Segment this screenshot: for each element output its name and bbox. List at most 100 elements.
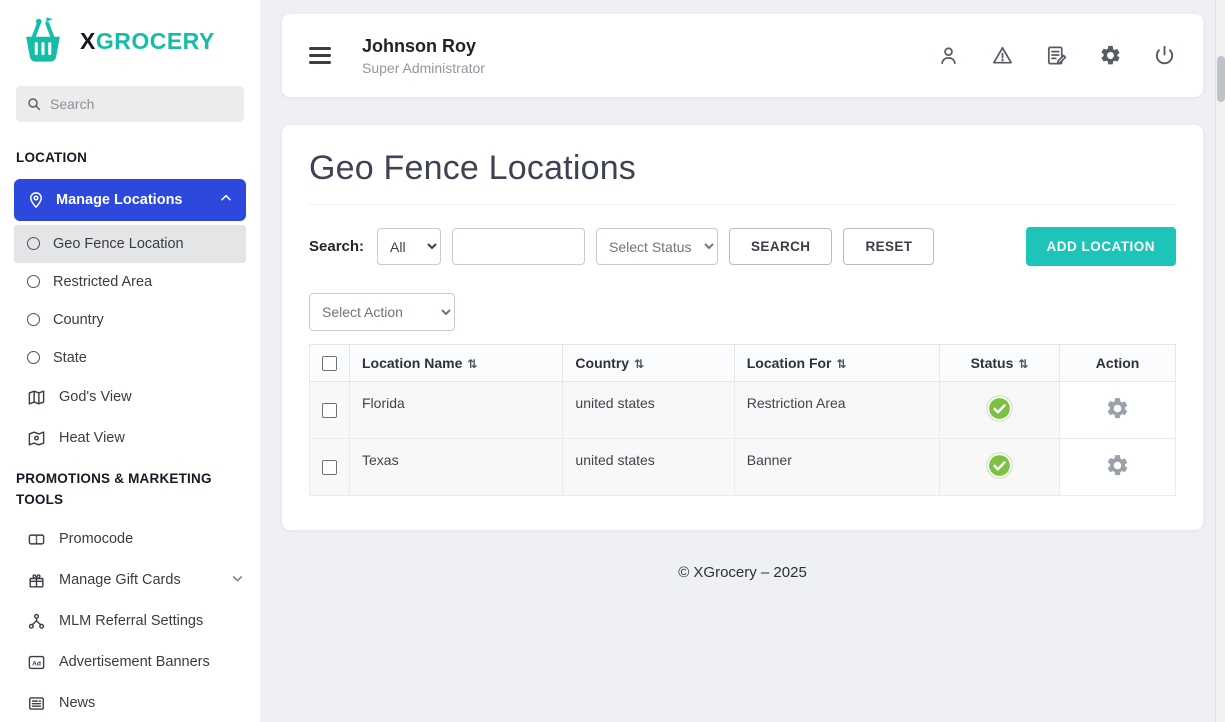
power-icon[interactable] [1153,44,1176,67]
sidebar-item-label: Restricted Area [53,274,152,290]
cell-country: united states [563,382,734,439]
sidebar-item-label: Heat View [59,430,125,446]
row-settings-gear-icon[interactable] [1105,453,1130,478]
sidebar-item-label: Geo Fence Location [53,236,184,252]
column-header-country[interactable]: Country⇅ [563,345,734,382]
column-label: Country [575,355,629,371]
form-edit-icon[interactable] [1045,44,1068,67]
sidebar-item-geo-fence-location[interactable]: Geo Fence Location [14,225,246,263]
sidebar-item-news[interactable]: News [0,683,260,722]
cell-action [1060,382,1176,439]
sidebar-item-promocode[interactable]: Promocode [0,519,260,560]
row-checkbox[interactable] [322,403,337,418]
search-button[interactable]: SEARCH [729,228,832,265]
bulk-action-row: Select Action [309,293,1176,331]
reset-button[interactable]: RESET [843,228,934,265]
add-location-button[interactable]: ADD LOCATION [1026,227,1177,266]
row-checkbox[interactable] [322,460,337,475]
content-card: Geo Fence Locations Search: All Select S… [282,125,1203,530]
row-checkbox-cell [310,439,350,496]
column-header-status[interactable]: Status ⇅ [939,345,1059,382]
cell-location-name: Florida [350,382,563,439]
cell-status [939,382,1059,439]
user-icon[interactable] [937,44,960,67]
status-active-icon [986,452,1013,479]
basket-logo-icon [16,14,70,68]
logo-text-x: X [80,28,96,54]
ticket-icon [27,530,46,549]
section-title-promotions: PROMOTIONS & MARKETING TOOLS [0,459,260,519]
window-scrollbar-track[interactable] [1215,0,1225,722]
sidebar-item-manage-gift-cards[interactable]: Manage Gift Cards [0,560,260,601]
sidebar-item-gods-view[interactable]: God's View [0,377,260,418]
page-title-wrap: Geo Fence Locations [309,149,1176,205]
user-role: Super Administrator [362,60,485,76]
logo-text-grocery: GROCERY [96,28,215,54]
bulk-action-select[interactable]: Select Action [309,293,455,331]
sidebar-item-label: Manage Locations [56,192,183,208]
topbar-icons [937,44,1176,67]
sidebar-item-label: MLM Referral Settings [59,613,203,629]
map-icon [27,388,46,407]
gift-icon [27,571,46,590]
column-label: Status [971,355,1014,371]
cell-country: united states [563,439,734,496]
sidebar-search-input[interactable] [50,96,234,112]
column-header-action: Action [1060,345,1176,382]
sidebar-item-restricted-area[interactable]: Restricted Area [14,263,246,301]
sidebar-item-label: Manage Gift Cards [59,572,181,588]
gear-icon[interactable] [1099,44,1122,67]
sidebar-item-label: God's View [59,389,132,405]
sort-icon: ⇅ [1018,357,1028,371]
network-icon [27,612,46,631]
hamburger-menu-icon[interactable] [309,39,333,72]
sidebar-item-advertisement-banners[interactable]: Ad Advertisement Banners [0,642,260,683]
sidebar-item-manage-locations[interactable]: Manage Locations [14,179,246,221]
search-term-input[interactable] [452,228,585,265]
sidebar-search-box [16,86,244,122]
cell-action [1060,439,1176,496]
window-scrollbar-thumb[interactable] [1217,56,1225,102]
row-settings-gear-icon[interactable] [1105,396,1130,421]
status-filter-select[interactable]: Select Status [596,228,718,265]
chevron-down-icon [231,572,244,589]
cell-status [939,439,1059,496]
select-all-header-cell [310,345,350,382]
logo-text: XGROCERY [80,28,215,55]
sidebar-item-state[interactable]: State [14,339,246,377]
sidebar: XGROCERY LOCATION Manage Locations Geo F… [0,0,260,722]
user-block: Johnson Roy Super Administrator [362,36,485,76]
select-all-checkbox[interactable] [322,356,337,371]
filter-row: Search: All Select Status SEARCH RESET A… [309,227,1176,266]
app-root: XGROCERY LOCATION Manage Locations Geo F… [0,0,1225,722]
column-header-location-for[interactable]: Location For⇅ [734,345,939,382]
cell-location-for: Restriction Area [734,382,939,439]
location-pin-icon [27,191,45,209]
sort-icon: ⇅ [467,357,477,371]
sidebar-item-country[interactable]: Country [14,301,246,339]
footer-copyright: © XGrocery – 2025 [282,564,1203,581]
cell-location-for: Banner [734,439,939,496]
column-label: Location Name [362,355,462,371]
search-type-select[interactable]: All [377,228,441,265]
sidebar-item-label: State [53,350,87,366]
cell-location-name: Texas [350,439,563,496]
column-header-location-name[interactable]: Location Name ⇅ [350,345,563,382]
top-header-bar: Johnson Roy Super Administrator [282,14,1203,97]
main-area: Johnson Roy Super Administrator [260,0,1225,722]
logo[interactable]: XGROCERY [0,0,260,80]
table-header-row: Location Name⇅ Country⇅ Location For⇅ St… [310,345,1176,382]
status-active-icon [986,395,1013,422]
svg-text:Ad: Ad [32,660,41,667]
warning-icon[interactable] [991,44,1014,67]
map-icon [27,429,46,448]
sidebar-item-label: Country [53,312,104,328]
sidebar-item-label: News [59,695,95,711]
sidebar-item-mlm-referral-settings[interactable]: MLM Referral Settings [0,601,260,642]
page-title: Geo Fence Locations [309,149,1176,188]
sidebar-item-heat-view[interactable]: Heat View [0,418,260,459]
radio-circle-icon [27,313,40,326]
table-row: Texas united states Banner [310,439,1176,496]
locations-table: Location Name⇅ Country⇅ Location For⇅ St… [309,344,1176,496]
section-title-location: LOCATION [0,138,260,177]
